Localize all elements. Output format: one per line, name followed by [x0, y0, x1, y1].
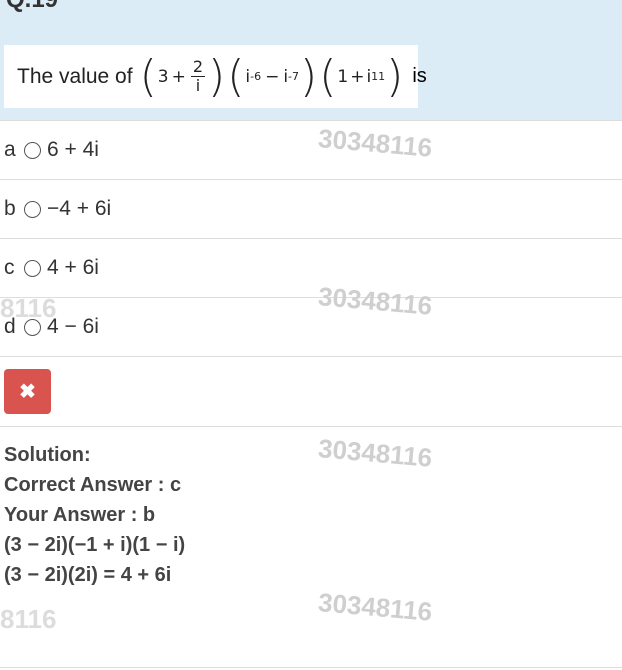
expr-plus-2: +: [350, 66, 365, 87]
question-expression: ( 3 + 2 i ) ( i -6 − i -7 ) ( 1 + i 11 ): [139, 50, 405, 102]
paren-open-3: (: [319, 50, 337, 102]
option-b[interactable]: b −4 + 6i: [0, 179, 622, 238]
watermark-fragment: 8116: [0, 293, 57, 323]
question-number: Q.19: [6, 0, 58, 14]
question-suffix: is: [412, 65, 427, 87]
expr-fraction: 2 i: [190, 56, 206, 96]
option-text: −4 + 6i: [47, 197, 112, 220]
question-header: Q.19 The value of ( 3 + 2 i ) ( i-6 − i-…: [0, 0, 622, 120]
expr-exponent-3: 11: [371, 70, 386, 83]
paren-close-3: ): [386, 50, 404, 102]
options-divider: [0, 356, 622, 357]
radio-button[interactable]: [24, 259, 41, 277]
solution-step-2: (3 − 2i)(2i) = 4 + 6i: [4, 564, 172, 586]
watermark: 30348116: [316, 433, 434, 473]
paren-close-1: ): [208, 50, 226, 102]
wrong-answer-button[interactable]: ✖: [4, 369, 51, 414]
bottom-divider: [0, 667, 622, 668]
solution-step-1: (3 − 2i)(−1 + i)(1 − i): [4, 534, 186, 556]
solution-heading: Solution:: [4, 444, 91, 466]
option-d[interactable]: d 4 − 6i: [0, 297, 622, 356]
correct-answer: Correct Answer : c: [4, 474, 182, 496]
fraction-numerator: 2: [190, 56, 206, 77]
paren-open-2: (: [227, 50, 245, 102]
solution-divider: [0, 426, 622, 427]
question-card: The value of ( 3 + 2 i ) ( i -6 − i -7 ) (…: [4, 45, 427, 108]
expr-plus: +: [171, 66, 186, 87]
option-text: 4 + 6i: [47, 256, 99, 279]
option-letter: b: [4, 197, 16, 220]
solution-block: Solution: Correct Answer : c Your Answer…: [4, 440, 185, 590]
radio-button[interactable]: [24, 141, 41, 159]
quiz-page: Q.19 The value of ( 3 + 2 i ) ( i-6 − i-…: [0, 0, 622, 670]
expr-term-3: 3: [157, 66, 169, 87]
expr-one: 1: [337, 66, 349, 87]
option-letter: c: [4, 256, 15, 279]
paren-close-2: ): [300, 50, 318, 102]
expr-exponent-2: -7: [288, 70, 300, 83]
option-text: 6 + 4i: [47, 138, 99, 161]
question-prefix: The value of: [17, 64, 133, 88]
option-letter: a: [4, 138, 16, 161]
close-icon: ✖: [19, 381, 36, 403]
fraction-denominator: i: [195, 76, 201, 95]
paren-open-1: (: [139, 50, 157, 102]
watermark-fragment: 8116: [0, 604, 57, 634]
expr-minus: −: [265, 66, 280, 87]
radio-button[interactable]: [24, 200, 41, 218]
expr-exponent-1: -6: [250, 70, 262, 83]
option-c[interactable]: c 4 + 6i: [0, 238, 622, 297]
option-a[interactable]: a 6 + 4i: [0, 120, 622, 179]
your-answer: Your Answer : b: [4, 504, 156, 526]
watermark: 30348116: [316, 587, 434, 627]
